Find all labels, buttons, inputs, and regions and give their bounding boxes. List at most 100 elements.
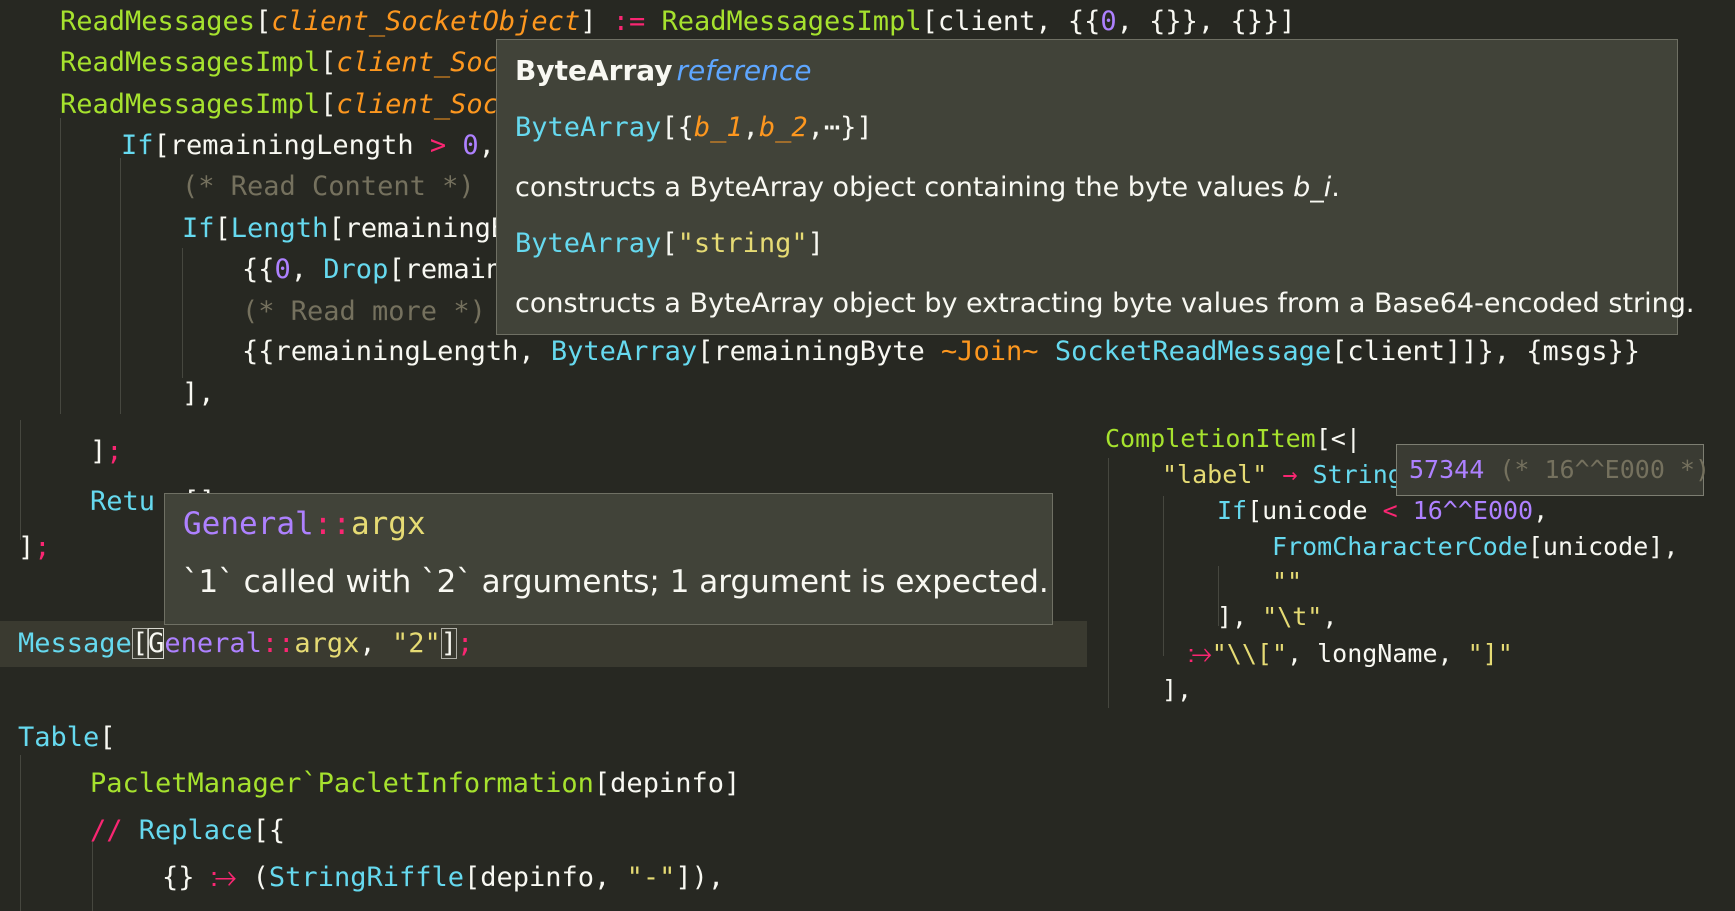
right-code-line-6[interactable]: ], "\t", (1217, 600, 1337, 634)
string: "-" (626, 862, 676, 893)
code-line-3[interactable]: ReadMessagesImpl[client_Socke (60, 87, 531, 123)
code-text: [unicode (1247, 496, 1383, 525)
code-line-14[interactable]: Message[General::argx, "2"]; (18, 626, 473, 662)
indent-guide (120, 158, 121, 414)
bracket: [ (320, 89, 337, 120)
code-line-6[interactable]: If[Length[remainingBy (182, 211, 523, 247)
code-text: [unicode], (1527, 532, 1679, 561)
hover-title: ByteArray reference (515, 54, 811, 87)
operator: ⧴ (1188, 639, 1212, 668)
indent-guide (1163, 496, 1164, 656)
code-line-9[interactable]: {{remainingLength, ByteArray[remainingBy… (242, 334, 1640, 370)
number: 0 (274, 254, 291, 285)
operator: :: (261, 628, 295, 659)
code-line-10[interactable]: ], (182, 376, 215, 412)
arg: b_1 (693, 112, 743, 143)
desc-text: . (1331, 172, 1340, 203)
code-line-17[interactable]: // Replace[{ (90, 813, 285, 849)
number: 0 (1100, 6, 1117, 37)
code-text: ], (1162, 675, 1193, 704)
builtin: Message (18, 628, 132, 659)
reference-link[interactable]: reference (677, 54, 812, 87)
inlay-value: 57344 (1409, 455, 1485, 484)
code-line-18[interactable]: {} ⧴ (StringRiffle[depinfo, "-"]), (162, 860, 724, 896)
code-text: [{ (252, 815, 286, 846)
builtin: ByteArray (550, 336, 698, 367)
symbol: ReadMessagesImpl (60, 89, 321, 120)
code-line-2[interactable]: ReadMessagesImpl[client_Socke (60, 45, 531, 81)
code-line-4[interactable]: If[remainingLength > 0, (121, 128, 495, 164)
symbol: ReadMessagesImpl (645, 6, 922, 37)
builtin: Length (230, 213, 329, 244)
operator: < (1382, 496, 1398, 525)
code-text: ]), (675, 862, 725, 893)
code-text: [client]]}, {msgs}} (1331, 336, 1641, 367)
code-text: [remainingLength (153, 130, 430, 161)
symbol: CompletionItem (1105, 424, 1316, 453)
code-line-11[interactable]: ]; (90, 434, 123, 470)
indent-guide (20, 755, 21, 911)
semicolon: ; (106, 436, 123, 467)
inlay-comment: (* 16^^E000 *) (1484, 455, 1711, 484)
indent-guide (182, 248, 183, 378)
builtin: Retu (90, 486, 156, 517)
code-text: {} (162, 862, 211, 893)
code-line-5[interactable]: (* Read Content *) (182, 169, 475, 205)
code-text: [depinfo] (593, 768, 741, 799)
right-code-line-5[interactable]: "" (1272, 565, 1302, 599)
code-text: ], (182, 378, 215, 409)
code-text: ] (807, 228, 824, 259)
code-text: [client, {{ (921, 6, 1101, 37)
operator: // (90, 815, 123, 846)
hover-documentation-popup[interactable]: ByteArray reference ByteArray[{b_1,b_2,⋯}… (496, 39, 1694, 335)
code-text: [<| (1315, 424, 1361, 453)
code-line-16[interactable]: PacletManager`PacletInformation[depinfo] (90, 766, 740, 802)
bracket: ] (580, 6, 613, 37)
builtin: Table (18, 722, 100, 753)
code-line-15[interactable]: Table[ (18, 720, 116, 756)
text-cursor[interactable]: G (148, 628, 165, 659)
builtin: StringRiffle (268, 862, 464, 893)
matched-bracket: ] (440, 628, 457, 659)
semicolon: ; (456, 628, 474, 659)
string: "\t" (1262, 602, 1323, 631)
desc-text: constructs a ByteArray object containing… (515, 172, 1294, 203)
code-text: {{ (242, 254, 275, 285)
code-line-1[interactable]: ReadMessages[client_SocketObject] := Rea… (60, 4, 1295, 40)
usage-signature-2: ByteArray["string"] (515, 228, 824, 259)
right-code-line-3[interactable]: If[unicode < 16^^E000, (1217, 494, 1548, 528)
diagnostic-title: General::argx (183, 506, 426, 542)
code-text: [remainingBy (328, 213, 524, 244)
indent-guide (1108, 458, 1109, 708)
code-text: , (290, 254, 324, 285)
right-code-line-2[interactable]: "label" → String (1162, 458, 1403, 492)
operator: ⧴ (210, 862, 237, 893)
code-text: ], (1217, 602, 1263, 631)
right-code-line-7[interactable]: ⧴"\\[", longName, "]" (1188, 637, 1513, 671)
code-editor[interactable]: ReadMessages[client_SocketObject] := Rea… (0, 0, 1735, 911)
message-symbol: General (183, 506, 314, 542)
code-text: , longName, (1287, 639, 1468, 668)
right-code-line-1[interactable]: CompletionItem[<| (1105, 422, 1361, 456)
right-code-line-8[interactable]: ], (1162, 673, 1192, 707)
code-line-7[interactable]: {{0, Drop[remaini (242, 252, 518, 288)
code-text: [depinfo, (464, 862, 627, 893)
code-line-13[interactable]: ]; (18, 530, 51, 566)
code-line-8[interactable]: (* Read more *) (242, 294, 486, 330)
usage-description-1: constructs a ByteArray object containing… (515, 172, 1340, 203)
message-symbol: eneral (164, 628, 262, 659)
desc-var: b_i (1293, 172, 1332, 203)
inlay-hint: 57344 (* 16^^E000 *) (1396, 444, 1710, 496)
code-text: , (1322, 602, 1338, 631)
number: 16^^E000 (1412, 496, 1534, 525)
right-code-line-4[interactable]: FromCharacterCode[unicode], (1272, 530, 1678, 564)
diagnostic-popup[interactable]: General::argx `1` called with `2` argume… (164, 493, 1053, 625)
bracket: ] (18, 532, 35, 563)
builtin: Drop (323, 254, 389, 285)
bracket: [ (320, 47, 337, 78)
code-text: , {}}, {}}] (1116, 6, 1296, 37)
indent-guide (20, 420, 21, 540)
code-text: [remainingByte (697, 336, 942, 367)
